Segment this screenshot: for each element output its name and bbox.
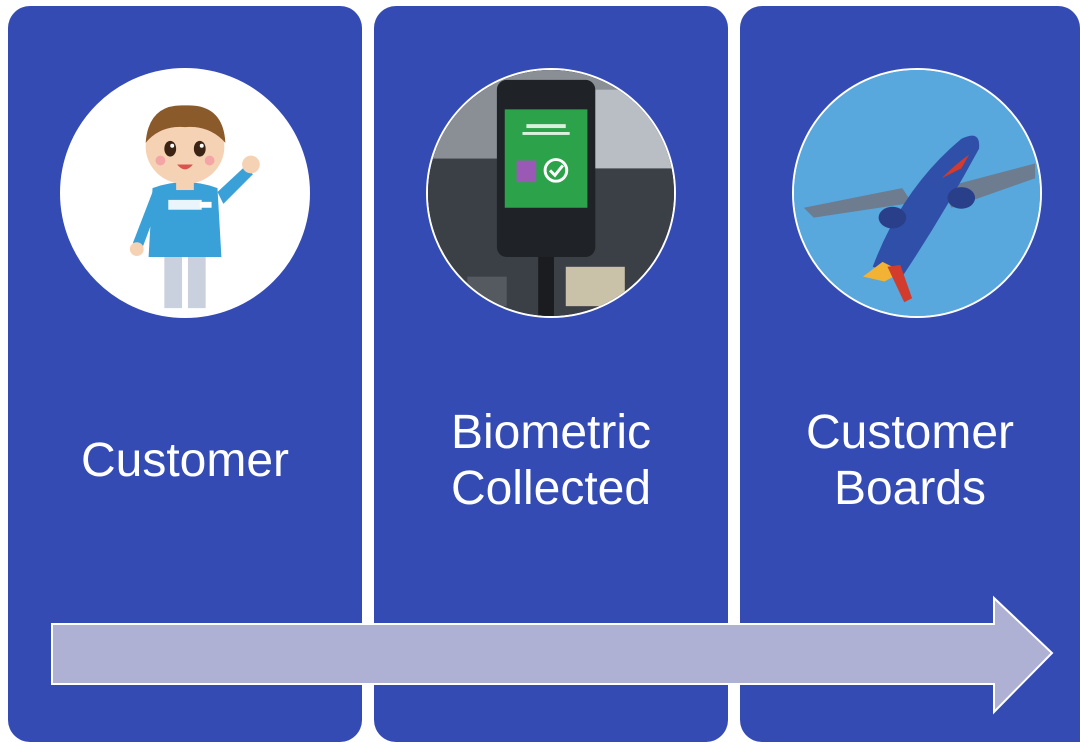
airplane-image — [792, 68, 1042, 318]
step-label-customer: Customer — [80, 433, 290, 487]
biometric-kiosk-image — [426, 68, 676, 318]
step-panel-boarding: Customer Boards — [740, 6, 1080, 742]
step-panel-customer: Customer — [8, 6, 362, 742]
step-label-boarding: Customer Boards — [805, 405, 1015, 515]
customer-icon — [60, 68, 310, 318]
step-label-biometric: Biometric Collected — [450, 405, 652, 515]
step-panel-biometric: Biometric Collected — [374, 6, 728, 742]
